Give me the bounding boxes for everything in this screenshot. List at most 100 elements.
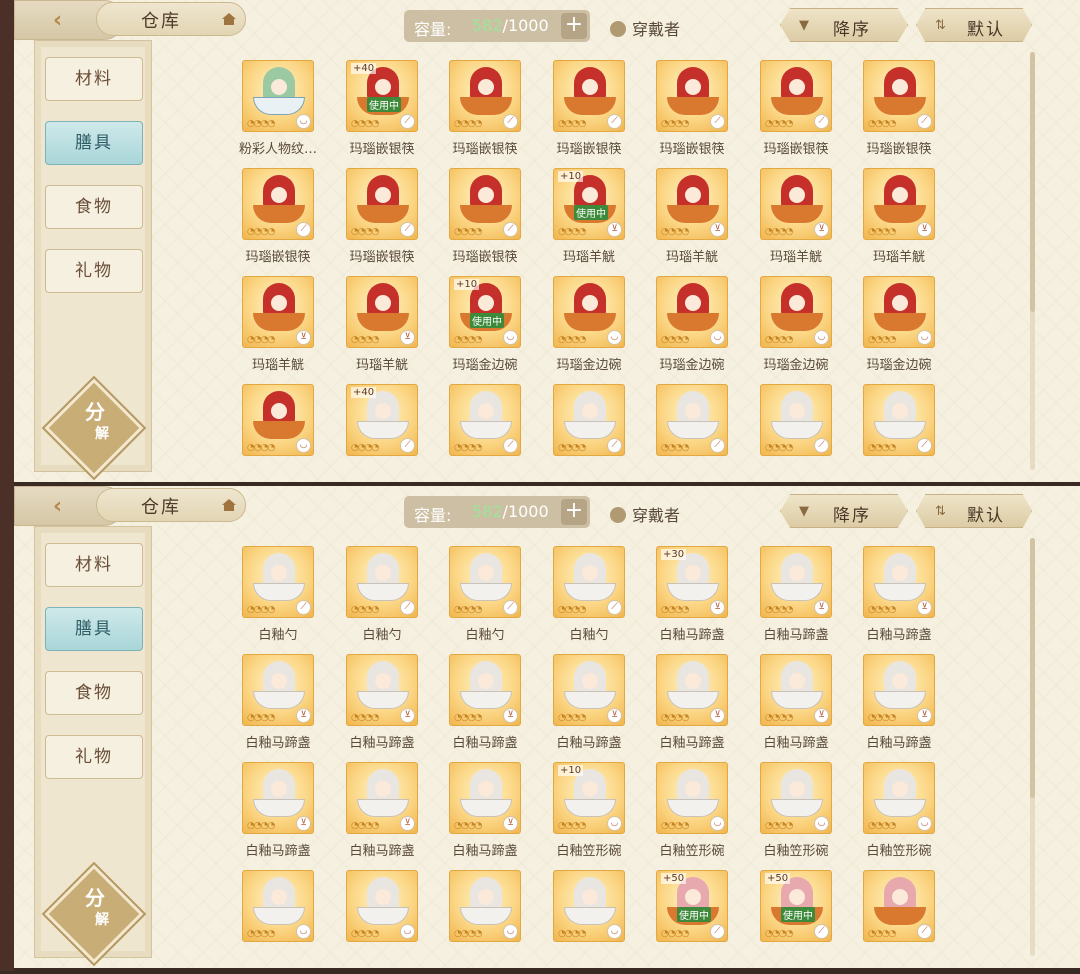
item-card[interactable]: ◔◔◔◔ ⊻ [346,762,418,834]
item-card[interactable]: ◔◔◔◔ ⊻ [656,654,728,726]
item-slot[interactable]: ◔◔◔◔ ⟋ 玛瑙嵌银筷 [861,60,951,164]
item-card[interactable]: ◔◔◔◔ ⟋ [449,60,521,132]
item-slot[interactable]: ◔◔◔◔ ⟋ 玛瑙嵌银筷 [447,168,537,272]
item-slot[interactable]: ◔◔◔◔ ⊻ 白釉马蹄盏 [447,654,537,758]
wearer-toggle[interactable]: 穿戴者 [610,16,680,40]
item-slot[interactable]: ◔◔◔◔ ◡ 玛瑙金边碗 [861,276,951,380]
item-card[interactable]: ◔◔◔◔ ⊻ [760,654,832,726]
item-card[interactable]: ◔◔◔◔ ⟋ [553,384,625,456]
item-slot[interactable]: ◔◔◔◔ ⟋ 白釉勺 [447,546,537,650]
item-slot[interactable]: ◔◔◔◔ ◡ 粉彩人物纹… [239,60,330,164]
item-card[interactable]: ◔◔◔◔ ⊻ [553,654,625,726]
item-slot[interactable]: ◔◔◔◔ ⟋ 玛瑙嵌银筷 [240,168,330,272]
item-slot[interactable]: ◔◔◔◔ ⟋ [861,870,951,974]
item-card[interactable]: ◔◔◔◔ ◡ [863,762,935,834]
item-slot[interactable]: ◔◔◔◔ ⟋ [861,384,951,488]
scrollbar-thumb[interactable] [1030,538,1035,798]
item-slot[interactable]: ◔◔◔◔ ⟋ 白釉勺 [240,546,330,650]
item-card[interactable]: ◔◔◔◔ ⊻ [656,168,728,240]
item-card[interactable]: ◔◔◔◔ ⟋ [346,168,418,240]
item-card[interactable]: ◔◔◔◔ ⟋ +40 [346,384,418,456]
item-card[interactable]: ◔◔◔◔ ◡ [656,276,728,348]
item-card[interactable]: ◔◔◔◔ ◡ [242,870,314,942]
item-card[interactable]: ◔◔◔◔ ⊻ [863,654,935,726]
item-slot[interactable]: ◔◔◔◔ ⊻ 玛瑙羊觥 [240,276,330,380]
item-card[interactable]: ◔◔◔◔ ⟋ +40 使用中 [346,60,418,132]
item-slot[interactable]: ◔◔◔◔ ⊻ 白釉马蹄盏 [447,762,537,866]
add-capacity-button[interactable]: + [561,499,587,525]
item-slot[interactable]: ◔◔◔◔ ◡ 白釉笠形碗 [861,762,951,866]
item-slot[interactable]: ◔◔◔◔ ◡ 玛瑙金边碗 [551,276,641,380]
item-slot[interactable]: ◔◔◔◔ ⟋ +40 [344,384,434,488]
item-card[interactable]: ◔◔◔◔ ⟋ [656,384,728,456]
item-card[interactable]: ◔◔◔◔ ⊻ [242,654,314,726]
tab-materials[interactable]: 材料 [45,57,143,101]
item-card[interactable]: ◔◔◔◔ ⟋ [656,60,728,132]
item-card[interactable]: ◔◔◔◔ ⊻ [242,276,314,348]
item-card[interactable]: ◔◔◔◔ ⟋ [863,384,935,456]
add-capacity-button[interactable]: + [561,13,587,39]
item-slot[interactable]: ◔◔◔◔ ◡ [551,870,641,974]
item-slot[interactable]: ◔◔◔◔ ⟋ [654,384,744,488]
item-card[interactable]: ◔◔◔◔ ⟋ [449,384,521,456]
item-card[interactable]: ◔◔◔◔ ⟋ +50 使用中 [760,870,832,942]
item-slot[interactable]: ◔◔◔◔ ⊻ 白釉马蹄盏 [240,654,330,758]
item-card[interactable]: ◔◔◔◔ ⟋ [863,870,935,942]
item-card[interactable]: ◔◔◔◔ ◡ [242,384,314,456]
item-slot[interactable]: ◔◔◔◔ ⟋ +50 使用中 [654,870,744,974]
scrollbar-thumb[interactable] [1030,52,1035,312]
item-card[interactable]: ◔◔◔◔ ⟋ [863,60,935,132]
item-slot[interactable]: ◔◔◔◔ ◡ [240,384,330,488]
item-slot[interactable]: ◔◔◔◔ ⟋ 玛瑙嵌银筷 [551,60,641,164]
item-slot[interactable]: ◔◔◔◔ ⊻ 白釉马蹄盏 [240,762,330,866]
item-slot[interactable]: ◔◔◔◔ ⊻ 白釉马蹄盏 [758,654,848,758]
scrollbar[interactable] [1030,52,1035,470]
item-card[interactable]: ◔◔◔◔ ◡ [760,276,832,348]
item-card[interactable]: ◔◔◔◔ ⟋ [553,546,625,618]
item-card[interactable]: ◔◔◔◔ ⟋ [760,384,832,456]
item-card[interactable]: ◔◔◔◔ ⟋ [760,60,832,132]
item-slot[interactable]: ◔◔◔◔ ⟋ 玛瑙嵌银筷 [758,60,848,164]
sort-descending-button[interactable]: ▼ 降序 [780,494,908,528]
item-slot[interactable]: ◔◔◔◔ ⟋ [551,384,641,488]
item-card[interactable]: ◔◔◔◔ ⟋ +50 使用中 [656,870,728,942]
item-slot[interactable]: ◔◔◔◔ ⟋ +40 使用中 玛瑙嵌银筷 [344,60,434,164]
item-card[interactable]: ◔◔◔◔ ◡ [449,870,521,942]
item-slot[interactable]: ◔◔◔◔ ⊻ 白釉马蹄盏 [344,762,434,866]
sort-default-button[interactable]: ⇅ 默认 [916,494,1032,528]
item-card[interactable]: ◔◔◔◔ ◡ +10 [553,762,625,834]
item-card[interactable]: ◔◔◔◔ ⊻ [863,168,935,240]
item-slot[interactable]: ◔◔◔◔ ⊻ 白釉马蹄盏 [344,654,434,758]
item-card[interactable]: ◔◔◔◔ ◡ [656,762,728,834]
item-card[interactable]: ◔◔◔◔ ◡ [346,870,418,942]
item-card[interactable]: ◔◔◔◔ ⟋ [242,168,314,240]
item-card[interactable]: ◔◔◔◔ ⊻ [242,762,314,834]
item-slot[interactable]: ◔◔◔◔ ◡ [447,870,537,974]
tab-food[interactable]: 食物 [45,671,143,715]
item-card[interactable]: ◔◔◔◔ ⊻ [449,762,521,834]
item-card[interactable]: ◔◔◔◔ ⊻ [863,546,935,618]
item-slot[interactable]: ◔◔◔◔ ◡ 白釉笠形碗 [758,762,848,866]
item-card[interactable]: ◔◔◔◔ ⟋ [449,168,521,240]
item-card[interactable]: ◔◔◔◔ ⊻ [346,276,418,348]
item-slot[interactable]: ◔◔◔◔ ◡ 白釉笠形碗 [654,762,744,866]
item-card[interactable]: ◔◔◔◔ ⊻ +10 使用中 [553,168,625,240]
item-card[interactable]: ◔◔◔◔ ⊻ [760,168,832,240]
item-slot[interactable]: ◔◔◔◔ ⊻ 玛瑙羊觥 [861,168,951,272]
item-slot[interactable]: ◔◔◔◔ ⟋ [758,384,848,488]
item-slot[interactable]: ◔◔◔◔ ⊻ +10 使用中 玛瑙羊觥 [551,168,641,272]
item-slot[interactable]: ◔◔◔◔ ⊻ 玛瑙羊觥 [758,168,848,272]
item-card[interactable]: ◔◔◔◔ ◡ [553,276,625,348]
scrollbar[interactable] [1030,538,1035,956]
wearer-toggle[interactable]: 穿戴者 [610,502,680,526]
item-card[interactable]: ◔◔◔◔ ◡ [760,762,832,834]
tab-tableware[interactable]: 膳具 [45,121,143,165]
item-slot[interactable]: ◔◔◔◔ ◡ +10 使用中 玛瑙金边碗 [447,276,537,380]
item-slot[interactable]: ◔◔◔◔ ⟋ 玛瑙嵌银筷 [654,60,744,164]
item-slot[interactable]: ◔◔◔◔ ◡ [240,870,330,974]
item-slot[interactable]: ◔◔◔◔ ⊻ 白釉马蹄盏 [551,654,641,758]
item-card[interactable]: ◔◔◔◔ ⊻ +30 [656,546,728,618]
item-slot[interactable]: ◔◔◔◔ ◡ [344,870,434,974]
tab-food[interactable]: 食物 [45,185,143,229]
item-slot[interactable]: ◔◔◔◔ ⊻ 玛瑙羊觥 [344,276,434,380]
